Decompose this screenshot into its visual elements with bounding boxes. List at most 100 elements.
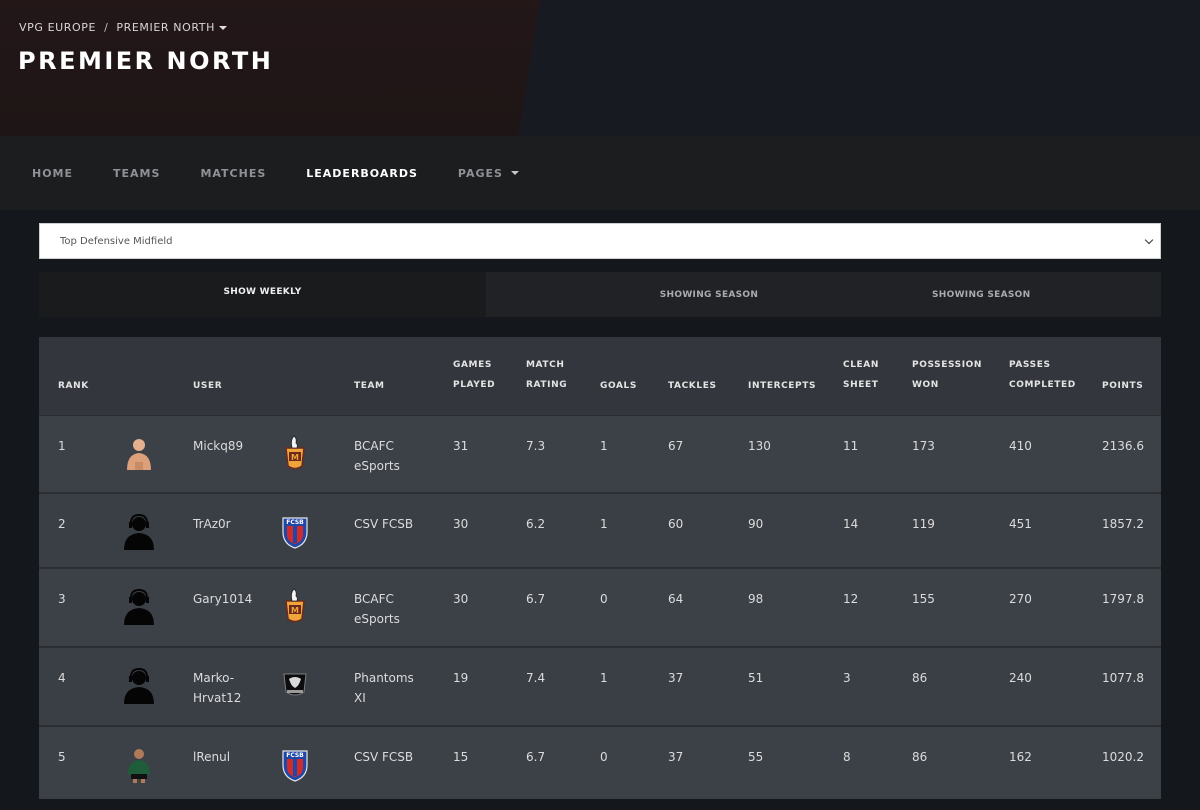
header-user: USER	[193, 381, 223, 391]
cell-team-line1: BCAFC	[354, 439, 394, 453]
cell-rank: 5	[58, 750, 66, 764]
cell-team[interactable]: Phantoms XI	[354, 668, 414, 708]
cell-team[interactable]: CSV FCSB	[354, 747, 413, 767]
breadcrumb-separator: /	[104, 21, 109, 34]
cell-match-rating: 7.3	[526, 439, 546, 453]
tab-showing-season[interactable]: SHOWING SEASON	[486, 272, 932, 317]
cell-tackles: 37	[668, 671, 684, 685]
cell-match-rating: 7.4	[526, 671, 546, 685]
cell-intercepts: 90	[748, 517, 764, 531]
fcsb-crest-icon: FCSB	[280, 512, 310, 550]
cell-user[interactable]: Gary1014	[193, 589, 252, 609]
table-row[interactable]: 1 Mickq89 M BCAFC eSports 31 7.3 1 67 13…	[39, 416, 1161, 494]
skin-avatar-icon	[119, 434, 159, 474]
cell-intercepts: 51	[748, 671, 764, 685]
nav-item-leaderboards[interactable]: LEADERBOARDS	[306, 167, 418, 180]
cell-match-rating: 6.7	[526, 750, 546, 764]
header-games-played: GAMES PLAYED	[453, 355, 495, 395]
cell-team-line1: BCAFC	[354, 592, 394, 606]
cell-tackles: 60	[668, 517, 684, 531]
caret-down-icon	[510, 171, 519, 175]
cell-tackles: 37	[668, 750, 684, 764]
silhouette-avatar-icon	[119, 666, 159, 706]
cell-user-line1: Marko-	[193, 671, 235, 685]
header-team: TEAM	[354, 381, 385, 391]
cell-rank: 2	[58, 517, 66, 531]
cell-match-rating: 6.2	[526, 517, 546, 531]
cell-user-line1: TrAz0r	[193, 517, 231, 531]
header-tackles: TACKLES	[668, 381, 717, 391]
header-games-played-line2: PLAYED	[453, 380, 496, 390]
table-header: RANK USER TEAM GAMES PLAYED MATCH RATING…	[39, 337, 1161, 416]
header-points: POINTS	[1102, 381, 1144, 391]
header-match-rating: MATCH RATING	[526, 355, 567, 395]
header-rank: RANK	[58, 381, 89, 391]
header-passes-completed-line2: COMPLETED	[1009, 380, 1076, 390]
table-row[interactable]: 5 lRenul FCSB CSV FCSB 15 6.7 0 37 55 8 …	[39, 727, 1161, 797]
cell-passes-completed: 451	[1009, 517, 1032, 531]
table-row[interactable]: 4 Marko- Hrvat12 Phantoms XI 19 7.4 1 37…	[39, 648, 1161, 727]
table-row[interactable]: 3 Gary1014 M BCAFC eSports 30 6.7 0 64 9…	[39, 569, 1161, 648]
svg-text:M: M	[291, 606, 299, 615]
cell-tackles: 67	[668, 439, 684, 453]
cell-goals: 1	[600, 671, 608, 685]
cell-team-line2: eSports	[354, 459, 400, 473]
cell-intercepts: 55	[748, 750, 764, 764]
header-clean-sheet-line1: CLEAN	[843, 360, 879, 370]
breadcrumb-current-label: PREMIER NORTH	[116, 21, 215, 34]
cell-rank: 3	[58, 592, 66, 606]
fcsb-crest-icon: FCSB	[280, 745, 310, 783]
nav-item-home[interactable]: HOME	[32, 167, 73, 180]
svg-text:M: M	[291, 453, 299, 462]
cell-user[interactable]: TrAz0r	[193, 514, 231, 534]
cell-team[interactable]: BCAFC eSports	[354, 589, 400, 629]
cell-points: 2136.6	[1102, 439, 1144, 453]
cell-games-played: 30	[453, 517, 469, 531]
cell-user[interactable]: lRenul	[193, 747, 230, 767]
breadcrumb-current-dropdown[interactable]: PREMIER NORTH	[116, 21, 227, 34]
cell-points: 1857.2	[1102, 517, 1144, 531]
header-passes-completed-line1: PASSES	[1009, 360, 1051, 370]
cell-points: 1797.8	[1102, 592, 1144, 606]
cell-user[interactable]: Mickq89	[193, 436, 243, 456]
svg-text:FCSB: FCSB	[286, 519, 304, 526]
header-possession-won-line2: WON	[912, 380, 939, 390]
tab-show-weekly[interactable]: SHOW WEEKLY	[39, 272, 486, 317]
bcafc-crest-icon: M	[280, 434, 310, 472]
cell-rank: 4	[58, 671, 66, 685]
nav-item-teams[interactable]: TEAMS	[113, 167, 160, 180]
cell-user-line1: Mickq89	[193, 439, 244, 453]
cell-games-played: 19	[453, 671, 469, 685]
cell-user-line1: Gary1014	[193, 592, 253, 606]
nav-item-pages-label: PAGES	[457, 166, 503, 180]
chevron-down-icon	[1144, 235, 1154, 244]
caret-down-icon	[218, 26, 227, 30]
cell-points: 1020.2	[1102, 750, 1144, 764]
breadcrumb: VPG EUROPE / PREMIER NORTH	[19, 21, 227, 34]
cell-goals: 0	[600, 592, 608, 606]
header-goals: GOALS	[600, 381, 637, 391]
cell-goals: 0	[600, 750, 608, 764]
header-games-played-line1: GAMES	[453, 360, 492, 370]
cell-possession-won: 119	[912, 517, 935, 531]
breadcrumb-root-link[interactable]: VPG EUROPE	[19, 21, 96, 34]
svg-text:FCSB: FCSB	[286, 752, 304, 759]
cell-user[interactable]: Marko- Hrvat12	[193, 668, 241, 708]
cell-goals: 1	[600, 439, 608, 453]
cell-passes-completed: 410	[1009, 439, 1032, 453]
table-row[interactable]: 2 TrAz0r FCSB CSV FCSB 30 6.2 1 60 90 14…	[39, 494, 1161, 569]
tab-showing-season-2[interactable]: SHOWING SEASON	[932, 272, 1161, 317]
cell-team-line1: CSV FCSB	[354, 750, 414, 764]
main-nav: HOME TEAMS MATCHES LEADERBOARDS PAGES	[0, 136, 1200, 210]
header-clean-sheet: CLEAN SHEET	[843, 355, 879, 395]
nav-item-matches[interactable]: MATCHES	[200, 167, 266, 180]
cell-team[interactable]: BCAFC eSports	[354, 436, 400, 476]
cell-games-played: 31	[453, 439, 469, 453]
leaderboard-select[interactable]: Top Defensive Midfield	[39, 223, 1161, 259]
cell-tackles: 64	[668, 592, 684, 606]
cell-team-line2: eSports	[354, 612, 400, 626]
cell-team-line2: XI	[354, 691, 366, 705]
nav-item-pages[interactable]: PAGES	[458, 167, 519, 180]
header-possession-won-line1: POSSESSION	[912, 360, 983, 370]
cell-team[interactable]: CSV FCSB	[354, 514, 413, 534]
